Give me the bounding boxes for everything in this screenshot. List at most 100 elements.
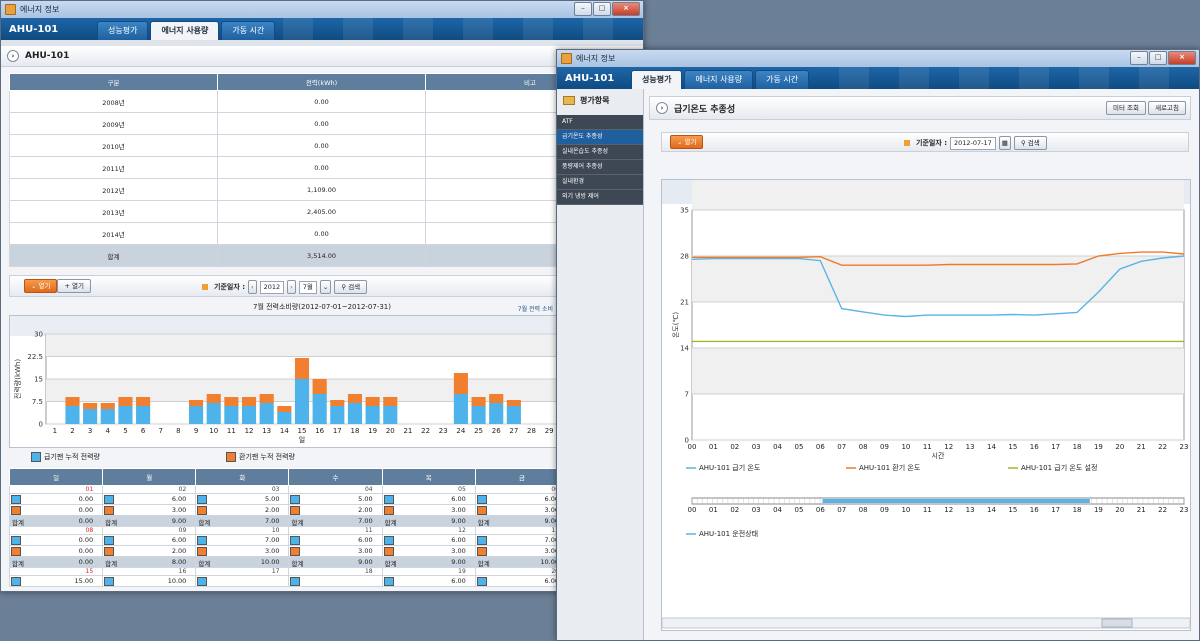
- calendar-value: 6.00: [451, 577, 466, 585]
- return-swatch: [197, 506, 208, 515]
- minimize-button[interactable]: –: [1130, 51, 1148, 65]
- sidebar-item[interactable]: 외기 냉방 제어: [557, 190, 643, 205]
- x-tick-label: 17: [333, 427, 342, 435]
- close-button[interactable]: ×: [1168, 51, 1196, 65]
- x-tick-label: 22: [421, 427, 430, 435]
- supply-swatch: [11, 495, 21, 504]
- return-swatch: [104, 547, 115, 556]
- bar-return: [383, 397, 398, 406]
- tab-performance[interactable]: 성능평가: [631, 70, 683, 89]
- tab-performance[interactable]: 성능평가: [97, 21, 149, 40]
- refresh-button[interactable]: 새로고침: [1148, 101, 1186, 115]
- sidebar-item[interactable]: ATF: [557, 115, 643, 130]
- x-tick-label: 14: [987, 443, 996, 451]
- x-tick-label: 21: [403, 427, 412, 435]
- filter-toolbar: ⌄ 열기 + 열기 기준일자 : ‹ 2012 › 7월 ⌄ ⚲ 검색: [9, 275, 635, 297]
- search-button-2[interactable]: ⚲ 검색: [1013, 136, 1047, 150]
- bar-supply: [365, 406, 380, 424]
- tab-runtime[interactable]: 가동 시간: [755, 70, 810, 89]
- supply-swatch: [104, 536, 115, 545]
- calendar-value: 9.00: [451, 517, 466, 525]
- window-titlebar[interactable]: 에너지 정보 – □ ×: [1, 1, 643, 18]
- date-input[interactable]: 2012-07-17: [950, 136, 996, 150]
- calendar-day-header: 월: [102, 468, 197, 486]
- chevron-right-icon[interactable]: ›: [7, 50, 19, 62]
- x-tick-label: 8: [176, 427, 180, 435]
- supply-swatch: [11, 577, 21, 586]
- x-tick-label: 22: [1158, 443, 1167, 451]
- calendar-value: 8.00: [171, 558, 187, 566]
- supply-swatch: [197, 577, 208, 586]
- date-label: 기준일자 :: [214, 283, 245, 291]
- calendar-cell: 5.00: [195, 493, 290, 505]
- sidebar-item[interactable]: 실내환경: [557, 175, 643, 190]
- chevron-right-icon[interactable]: ›: [656, 102, 668, 114]
- open-button-2[interactable]: ⌄ 열기: [670, 135, 704, 149]
- bar-return: [118, 397, 133, 406]
- calendar-value: 10: [271, 527, 280, 534]
- chart-link[interactable]: 7월 전력 소비: [518, 304, 553, 313]
- month-select[interactable]: 7월: [298, 280, 317, 294]
- open-button[interactable]: ⌄ 열기: [24, 279, 58, 293]
- close-button[interactable]: ×: [612, 2, 640, 16]
- legend-label: AHU-101 급기 온도: [699, 463, 761, 472]
- sidebar-item[interactable]: 풍량제어 추종성: [557, 160, 643, 175]
- x-tick-label: 7: [159, 427, 163, 435]
- sum-label: 합계: [384, 560, 397, 568]
- sidebar-item[interactable]: 실내온습도 추종성: [557, 145, 643, 160]
- chevron-down-icon[interactable]: ⌄: [319, 280, 332, 294]
- maximize-button[interactable]: □: [593, 2, 611, 16]
- bar-supply: [471, 406, 486, 424]
- calendar-row: 01 02 03 04 05 06: [8, 485, 570, 494]
- calendar-cell: 합계 10.00: [195, 556, 290, 568]
- y-tick-label: 0: [39, 421, 43, 429]
- tab-runtime[interactable]: 가동 시간: [221, 21, 276, 40]
- legend-supply-swatch: [31, 452, 41, 462]
- sum-label: 합계: [198, 560, 211, 568]
- meter-view-button[interactable]: 미터 조회: [1106, 101, 1146, 115]
- calendar-row: 15.00 10.00 6.00 6.00: [8, 575, 570, 587]
- table-cell: 3,514.00: [217, 244, 426, 267]
- legend-supply: 급기팬 누적 전력량: [31, 452, 100, 462]
- x-tick-label: 20: [1115, 443, 1124, 451]
- x-tick-label: 24: [456, 427, 465, 435]
- maximize-button[interactable]: □: [1149, 51, 1167, 65]
- scrollbar-thumb: [1101, 618, 1133, 628]
- sidebar-item[interactable]: 급기온도 추종성: [557, 130, 643, 145]
- bar-return: [277, 406, 292, 412]
- x-tick-label: 3: [88, 427, 92, 435]
- bar-supply: [312, 394, 327, 424]
- calendar-value: 3.00: [171, 506, 187, 514]
- year-input[interactable]: 2012: [259, 280, 285, 294]
- prev-year-button[interactable]: ‹: [248, 280, 257, 294]
- tab-energy-usage[interactable]: 에너지 사용량: [150, 21, 220, 40]
- status-x-label: 02: [730, 506, 739, 514]
- calendar-value: 9.00: [171, 517, 187, 525]
- calendar-cell: 12: [381, 526, 476, 535]
- calendar-value: 5.00: [264, 495, 280, 503]
- bar-supply: [294, 379, 310, 424]
- calendar-cell: 7.00: [474, 534, 570, 546]
- table-cell: 0.00: [217, 90, 426, 113]
- minimize-button[interactable]: –: [574, 2, 592, 16]
- calendar-cell: 합계 9.00: [102, 515, 197, 527]
- calendar-value: 6.00: [171, 536, 187, 544]
- calendar-cell: [288, 575, 383, 587]
- calendar-value: 9.00: [358, 558, 373, 566]
- calendar-row: 0.00 3.00 2.00 2.00 3.00 3.00: [8, 504, 570, 516]
- tab-energy-usage[interactable]: 에너지 사용량: [684, 70, 754, 89]
- window-titlebar-2[interactable]: 에너지 정보 – □ ×: [557, 50, 1199, 67]
- calendar-row: 0.00 6.00 5.00 5.00 6.00 6.00: [8, 493, 570, 505]
- table-cell: 2011년: [9, 156, 218, 179]
- status-x-label: 21: [1137, 506, 1146, 514]
- x-tick-label: 27: [509, 427, 518, 435]
- calendar-cell: 10: [195, 526, 290, 535]
- next-year-button[interactable]: ›: [287, 280, 296, 294]
- add-open-button[interactable]: + 열기: [57, 279, 91, 293]
- calendar-icon[interactable]: ▦: [998, 136, 1011, 150]
- calendar-value: 6.00: [171, 495, 187, 503]
- calendar-value: 12: [458, 527, 466, 534]
- search-button[interactable]: ⚲ 검색: [334, 280, 368, 294]
- status-x-label: 18: [1073, 506, 1082, 514]
- bar-return: [65, 397, 80, 406]
